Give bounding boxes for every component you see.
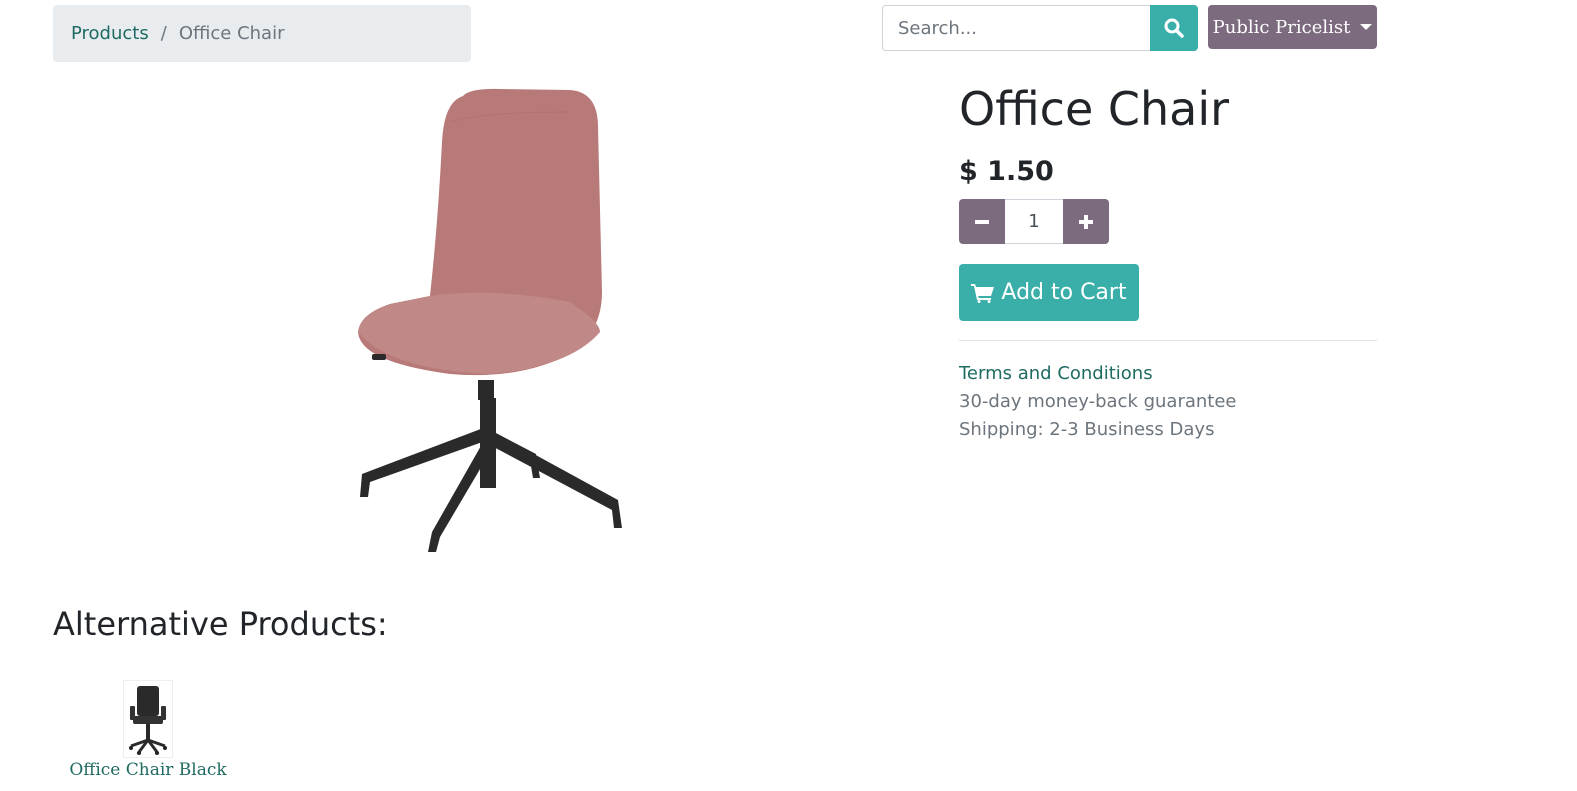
- breadcrumb-current: Office Chair: [178, 23, 285, 44]
- breadcrumb-products-link[interactable]: Products: [71, 23, 149, 44]
- search-input[interactable]: [882, 5, 1150, 51]
- add-to-cart-button[interactable]: Add to Cart: [959, 264, 1139, 321]
- plus-icon: [1079, 214, 1093, 229]
- product-title: Office Chair: [959, 82, 1230, 136]
- search-group: [882, 5, 1198, 51]
- alternative-product-thumbnail[interactable]: [123, 680, 173, 758]
- pricelist-dropdown-button[interactable]: Public Pricelist: [1208, 5, 1377, 49]
- alternative-product-item[interactable]: Office Chair Black: [69, 680, 227, 780]
- quantity-stepper: [959, 199, 1109, 244]
- divider: [959, 340, 1377, 341]
- alternative-products-heading: Alternative Products:: [53, 605, 388, 643]
- breadcrumb: Products / Office Chair: [53, 5, 471, 62]
- terms-and-conditions-link[interactable]: Terms and Conditions: [959, 363, 1153, 384]
- alternative-product-name[interactable]: Office Chair Black: [69, 760, 226, 780]
- guarantee-text: 30-day money-back guarantee: [959, 391, 1237, 412]
- search-icon: [1164, 18, 1184, 38]
- quantity-increase-button[interactable]: [1063, 199, 1109, 244]
- product-image[interactable]: [330, 82, 650, 562]
- product-price: $ 1.50: [959, 156, 1054, 187]
- add-to-cart-label: Add to Cart: [1001, 280, 1127, 305]
- breadcrumb-separator: /: [160, 23, 167, 44]
- search-button[interactable]: [1150, 5, 1198, 51]
- office-chair-black-image: [129, 686, 167, 755]
- chevron-down-icon: [1360, 24, 1373, 30]
- shipping-text: Shipping: 2-3 Business Days: [959, 419, 1215, 440]
- minus-icon: [975, 219, 989, 224]
- shopping-cart-icon: [971, 283, 995, 303]
- pricelist-label: Public Pricelist: [1212, 16, 1351, 38]
- quantity-decrease-button[interactable]: [959, 199, 1005, 244]
- quantity-input[interactable]: [1005, 199, 1063, 244]
- office-chair-pink-image: [358, 88, 622, 552]
